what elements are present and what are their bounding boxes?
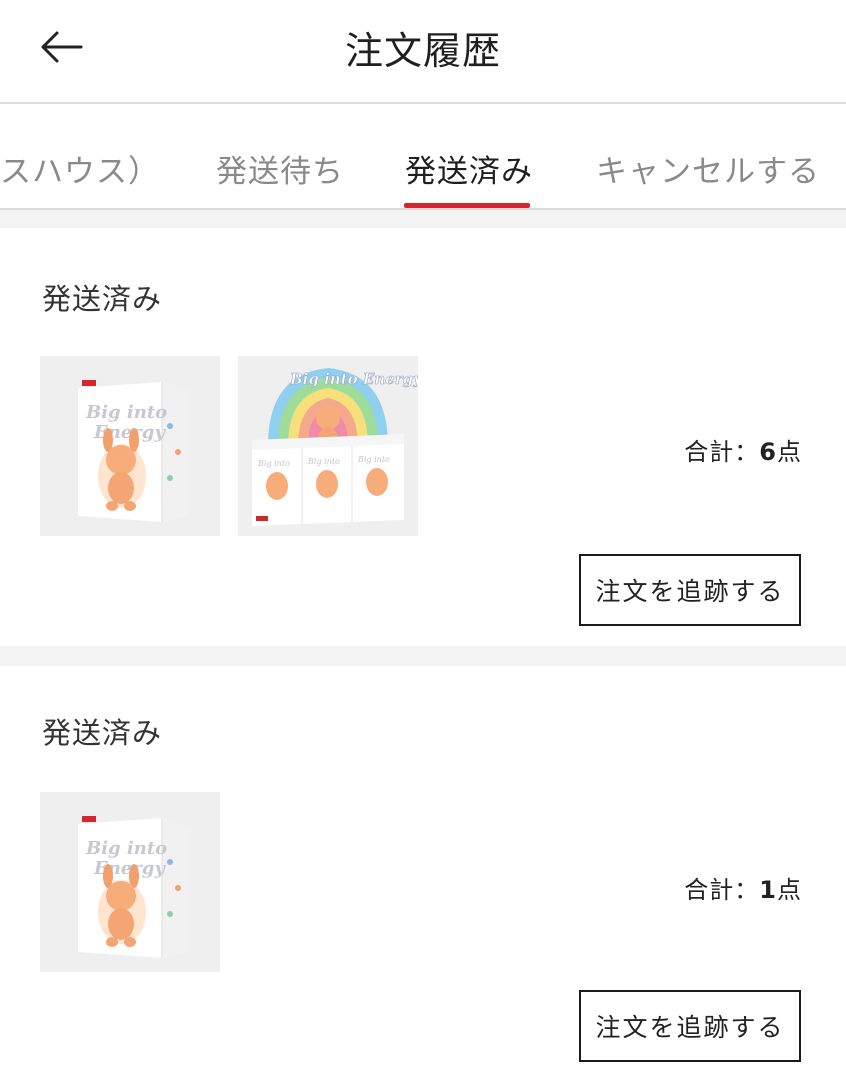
order-total: 合計：6点 xyxy=(684,432,802,467)
total-unit: 点 xyxy=(777,438,802,466)
svg-text:Big into: Big into xyxy=(357,455,390,464)
tab-cancel[interactable]: キャンセルする xyxy=(596,146,820,191)
tab-shipped[interactable]: 発送済み xyxy=(405,146,533,191)
order-status-label: 発送済み xyxy=(42,716,163,750)
product-thumbnail[interactable]: Big into Energy xyxy=(40,792,220,972)
blind-box-image: Big into Energy xyxy=(40,356,220,536)
order-card: 発送済み Big into Energy Big into Energy Big… xyxy=(0,228,846,646)
svg-text:Big into: Big into xyxy=(85,402,167,423)
active-tab-indicator xyxy=(404,203,530,208)
order-card: 発送済み Big into Energy 合計：1点 注文を追跡する xyxy=(0,666,846,1080)
total-count: 6 xyxy=(759,438,777,466)
order-status-tabs: スハウス） 発送待ち 発送済み キャンセルする xyxy=(0,104,846,210)
section-separator xyxy=(0,210,846,228)
total-count: 1 xyxy=(759,876,777,904)
svg-text:Big into: Big into xyxy=(257,459,290,468)
svg-text:Big into: Big into xyxy=(307,457,340,466)
track-order-button[interactable]: 注文を追跡する xyxy=(579,990,801,1062)
svg-text:Big into: Big into xyxy=(85,838,167,859)
tab-awaiting-shipment[interactable]: 発送待ち xyxy=(216,146,344,191)
page-title: 注文履歴 xyxy=(344,29,501,73)
order-status-label: 発送済み xyxy=(42,282,163,316)
total-label: 合計： xyxy=(684,438,760,466)
order-total: 合計：1点 xyxy=(684,870,802,905)
track-order-button[interactable]: 注文を追跡する xyxy=(579,554,801,626)
product-thumbnail[interactable]: Big into Energy Big into Big into Big in… xyxy=(238,356,418,536)
total-unit: 点 xyxy=(777,876,802,904)
app-header: 注文履歴 xyxy=(0,0,846,104)
display-box-image: Big into Energy Big into Big into Big in… xyxy=(238,356,418,536)
svg-text:Big into Energy: Big into Energy xyxy=(289,370,418,388)
total-label: 合計： xyxy=(684,876,760,904)
product-thumbnail[interactable]: Big into Energy xyxy=(40,356,220,536)
tab-warehouse[interactable]: スハウス） xyxy=(0,146,160,191)
section-separator xyxy=(0,646,846,666)
blind-box-image: Big into Energy xyxy=(40,792,220,972)
